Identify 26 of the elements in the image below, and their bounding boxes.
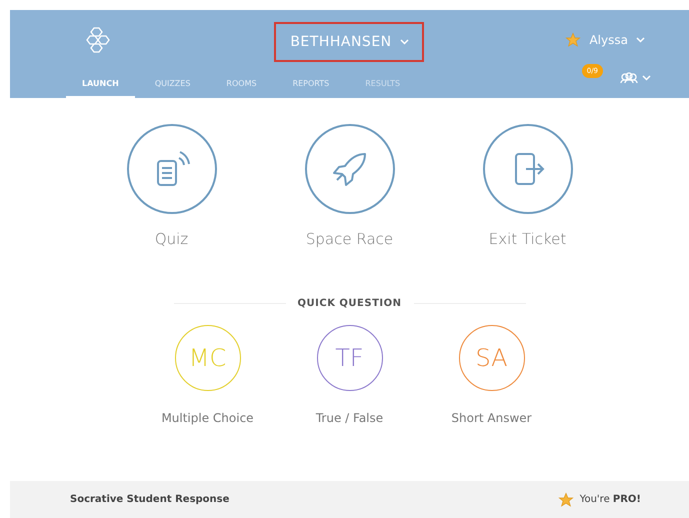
- section-title: QUICK QUESTION: [298, 298, 402, 309]
- pro-status: You're PRO!: [580, 494, 641, 505]
- question-type-button[interactable]: SA: [458, 325, 524, 391]
- question-type-button[interactable]: TF: [316, 325, 382, 391]
- footer-title: Socrative Student Response: [70, 494, 230, 505]
- question-type-label: True / False: [316, 411, 384, 425]
- nav-tab[interactable]: QUIZZES: [138, 70, 206, 98]
- nav-tab[interactable]: REPORTS: [276, 70, 346, 98]
- question-type-label: Multiple Choice: [161, 411, 254, 425]
- launch-label: Space Race: [306, 230, 394, 248]
- hexagon-logo-icon: [86, 27, 110, 53]
- question-type-label: Short Answer: [451, 411, 532, 425]
- room-selector[interactable]: BETHHANSEN: [274, 22, 424, 62]
- nav-tab[interactable]: LAUNCH: [66, 70, 135, 98]
- group-icon: [620, 72, 638, 84]
- nav-tab[interactable]: ROOMS: [210, 70, 273, 98]
- user-menu[interactable]: Alyssa: [559, 31, 651, 49]
- chevron-down-icon: [636, 37, 645, 43]
- launch-label: Quiz: [154, 230, 188, 248]
- star-icon: [565, 32, 582, 48]
- launch-label: Exit Ticket: [488, 230, 566, 248]
- star-icon: [558, 492, 574, 508]
- chevron-down-icon: [642, 75, 651, 81]
- chevron-down-icon: [400, 39, 409, 45]
- question-type-button[interactable]: MC: [174, 325, 240, 391]
- group-menu[interactable]: [620, 72, 651, 84]
